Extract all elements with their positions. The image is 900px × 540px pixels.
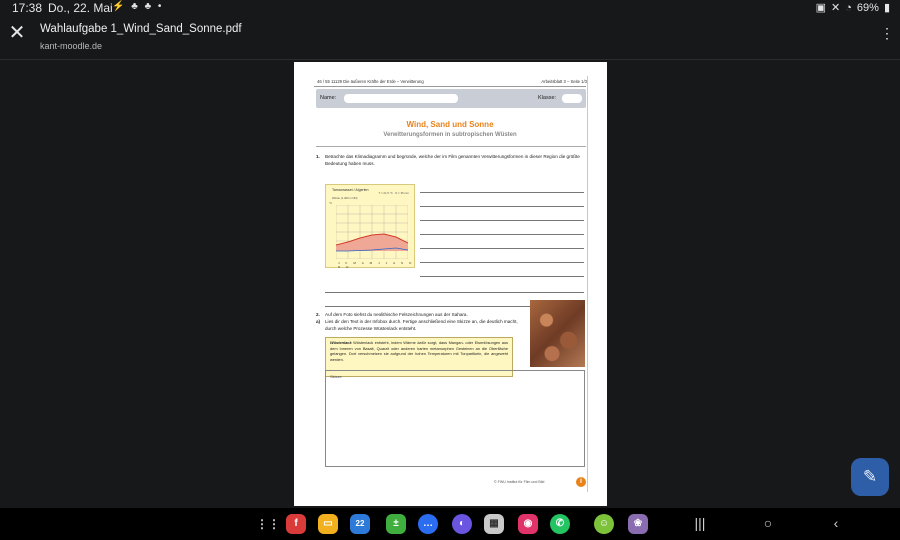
recent-apps-icon[interactable]: ||| [690,515,710,531]
status-time: 17:38 [12,1,43,15]
calculator-icon[interactable]: ± [386,514,406,534]
answer-line [420,248,584,249]
answer-line [420,206,584,207]
more-options-icon[interactable]: ⋮ [880,26,894,46]
task-2-text: Auf dem Foto siehst du neolithische Fels… [325,312,468,317]
answer-line [420,234,584,235]
answer-line [325,292,584,293]
pdf-page[interactable]: 46 / 55 11129 Die äußeren Kräfte der Erd… [294,62,607,506]
files-icon[interactable]: ▭ [318,514,338,534]
battery-saver-icon: ▣ [815,2,827,14]
header-right: Arbeitsblatt 3 – Seite 1/3 [541,79,587,84]
document-source: kant-moodle.de [40,41,103,51]
app-bar-divider [0,59,900,60]
taskbar: ⋮⋮ f ▭ 22 ± … ◐ ▦ ◉ ✆ ☺ ❀ ||| ○ ‹ [0,508,900,540]
info-text: Wüstenlack entsteht, indem Wärme dafür s… [330,340,508,362]
game-icon[interactable]: ☺ [594,514,614,534]
worksheet: 46 / 55 11129 Die äußeren Kräfte der Erd… [314,76,588,492]
document-title: Wahlaufgabe 1_Wind_Sand_Sonne.pdf [40,23,242,35]
answer-line [420,262,584,263]
class-field [562,94,582,103]
worksheet-footer: © FWU Institut für Film und Bild [494,480,545,484]
status-bar: 17:38 Do., 22. Mai ⚡ ♣ ♣ • ▣ ✕ ◔ 69% ▮ [0,0,900,16]
task-1-text: Betrachte das Klimadiagramm und begründe… [325,154,580,166]
sketch-label: Skizze [330,374,342,379]
status-right: ▣ ✕ ◔ 69% ▮ [815,1,890,15]
name-class-bar: Name: Klasse: [316,89,586,108]
climate-stats: T = 21,5 °C · N = 35 mm [378,191,409,195]
browser-icon[interactable]: ◐ [452,514,472,534]
climate-unit: °C [329,201,333,205]
task-2-number: 2. [316,312,320,317]
calendar-icon[interactable]: 22 [350,514,370,534]
task-1-number: 1. [316,154,320,159]
flipboard-icon[interactable]: f [286,514,306,534]
class-label: Klasse: [538,95,557,101]
worksheet-title: Wind, Sand und Sonne [406,120,494,129]
battery-level: 69% [856,1,879,14]
climate-diagram: Tamanrasset / Algerien Wüste (1.400 m NN… [325,184,415,269]
app-drawer-icon[interactable]: ⋮⋮ [256,514,280,534]
app-folder-icon[interactable]: ▦ [484,514,504,534]
close-icon[interactable]: ✕ [6,22,28,44]
climate-subtitle: Wüste (1.400 m NN) [332,196,358,200]
messages-icon[interactable]: … [418,514,438,534]
climate-plot [336,205,408,259]
app-bar: ✕ Wahlaufgabe 1_Wind_Sand_Sonne.pdf kant… [0,16,900,58]
rock-art-photo [530,300,585,367]
mute-icon: ✕ [831,2,841,14]
header-rule [314,86,586,87]
info-term: Wüstenlack [330,340,352,345]
notification-icons: ⚡ ♣ ♣ • [112,1,164,12]
worksheet-subtitle: Verwitterungsformen in subtropischen Wüs… [383,132,517,138]
battery-icon: ▮ [883,2,890,14]
sketch-box: Skizze [325,370,585,467]
climate-title: Tamanrasset / Algerien [332,188,369,192]
pencil-icon: ✎ [862,467,878,486]
worksheet-header: 46 / 55 11129 Die äußeren Kräfte der Erd… [317,79,587,84]
answer-line [420,192,584,193]
name-label: Name: [320,95,337,101]
edit-button[interactable]: ✎ [851,458,889,496]
whatsapp-icon[interactable]: ✆ [550,514,570,534]
climate-months: J F M A M J J A S O N D [338,261,414,269]
header-left: 46 / 55 11129 Die äußeren Kräfte der Erd… [317,79,424,84]
camera-icon[interactable]: ◉ [518,514,538,534]
status-date: Do., 22. Mai [48,1,113,15]
task-2a-number: a) [316,319,321,324]
title-rule [316,146,586,147]
task-2a-text: Lies dir den Text in der Infobox durch. … [325,319,518,331]
answer-line [420,220,584,221]
gallery-icon[interactable]: ❀ [628,514,648,534]
home-icon[interactable]: ○ [758,515,778,531]
answer-line [420,276,584,277]
name-field [344,94,458,103]
back-icon[interactable]: ‹ [826,515,846,531]
wifi-icon: ◔ [845,1,852,14]
info-icon: i [576,477,586,487]
